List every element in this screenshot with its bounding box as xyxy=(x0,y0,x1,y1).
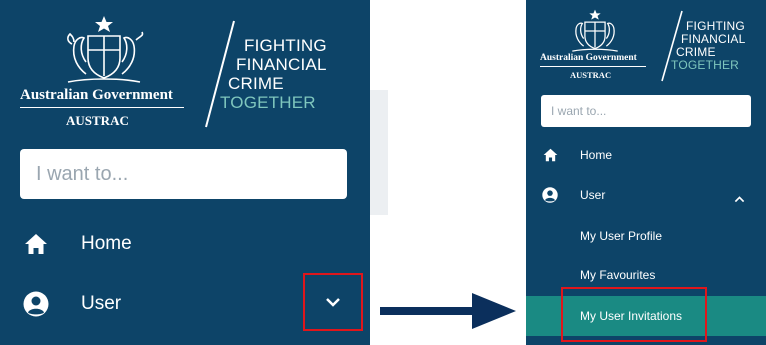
nav-item-user[interactable]: User xyxy=(526,182,766,208)
government-name: Australian Government xyxy=(20,87,173,103)
home-icon xyxy=(541,146,559,164)
transition-arrow-icon xyxy=(380,293,516,329)
tagline-line-1: FIGHTING xyxy=(686,19,745,33)
search-input[interactable] xyxy=(36,149,331,199)
tagline-line-3: CRIME xyxy=(228,74,284,93)
home-icon xyxy=(22,230,50,258)
government-rule xyxy=(540,66,646,67)
user-circle-icon xyxy=(22,290,50,318)
chevron-up-icon[interactable] xyxy=(734,190,746,203)
tagline-accent: TOGETHER xyxy=(671,58,740,72)
chevron-down-icon xyxy=(326,298,340,307)
agency-name: AUSTRAC xyxy=(66,113,129,128)
search-input[interactable] xyxy=(551,95,741,127)
submenu-label: My User Profile xyxy=(580,229,663,243)
tagline-line-2: FINANCIAL xyxy=(681,32,746,46)
user-expand-button[interactable] xyxy=(303,273,363,331)
nav-label-user: User xyxy=(580,188,606,202)
nav-label-home: Home xyxy=(81,233,132,254)
government-name: Australian Government xyxy=(540,53,637,63)
submenu-item-my-favourites[interactable]: My Favourites xyxy=(526,261,766,289)
submenu-item-my-user-profile[interactable]: My User Profile xyxy=(526,222,766,250)
page-background-strip xyxy=(370,90,388,215)
coat-of-arms-icon xyxy=(67,16,144,83)
agency-name: AUSTRAC xyxy=(570,70,612,80)
government-rule xyxy=(20,107,184,108)
search-box[interactable] xyxy=(541,95,751,127)
coat-of-arms-icon xyxy=(572,9,618,52)
nav-item-home[interactable]: Home xyxy=(526,142,766,168)
left-sidebar: Australian Government AUSTRAC FIGHTING F… xyxy=(0,0,370,345)
nav-item-user[interactable]: User xyxy=(0,284,290,324)
nav-label-home: Home xyxy=(580,148,613,162)
right-sidebar: Australian Government AUSTRAC FIGHTING F… xyxy=(526,0,766,345)
search-box[interactable] xyxy=(20,149,347,199)
tagline-line-3: CRIME xyxy=(676,45,716,59)
nav-item-home[interactable]: Home xyxy=(0,224,300,264)
nav-label-user: User xyxy=(81,293,122,314)
tagline-line-2: FINANCIAL xyxy=(236,55,327,74)
tagline-line-1: FIGHTING xyxy=(244,36,327,55)
submenu-label: My Favourites xyxy=(580,268,656,282)
user-circle-icon xyxy=(541,186,559,204)
tagline-accent: TOGETHER xyxy=(220,93,316,112)
highlight-box xyxy=(561,287,707,342)
